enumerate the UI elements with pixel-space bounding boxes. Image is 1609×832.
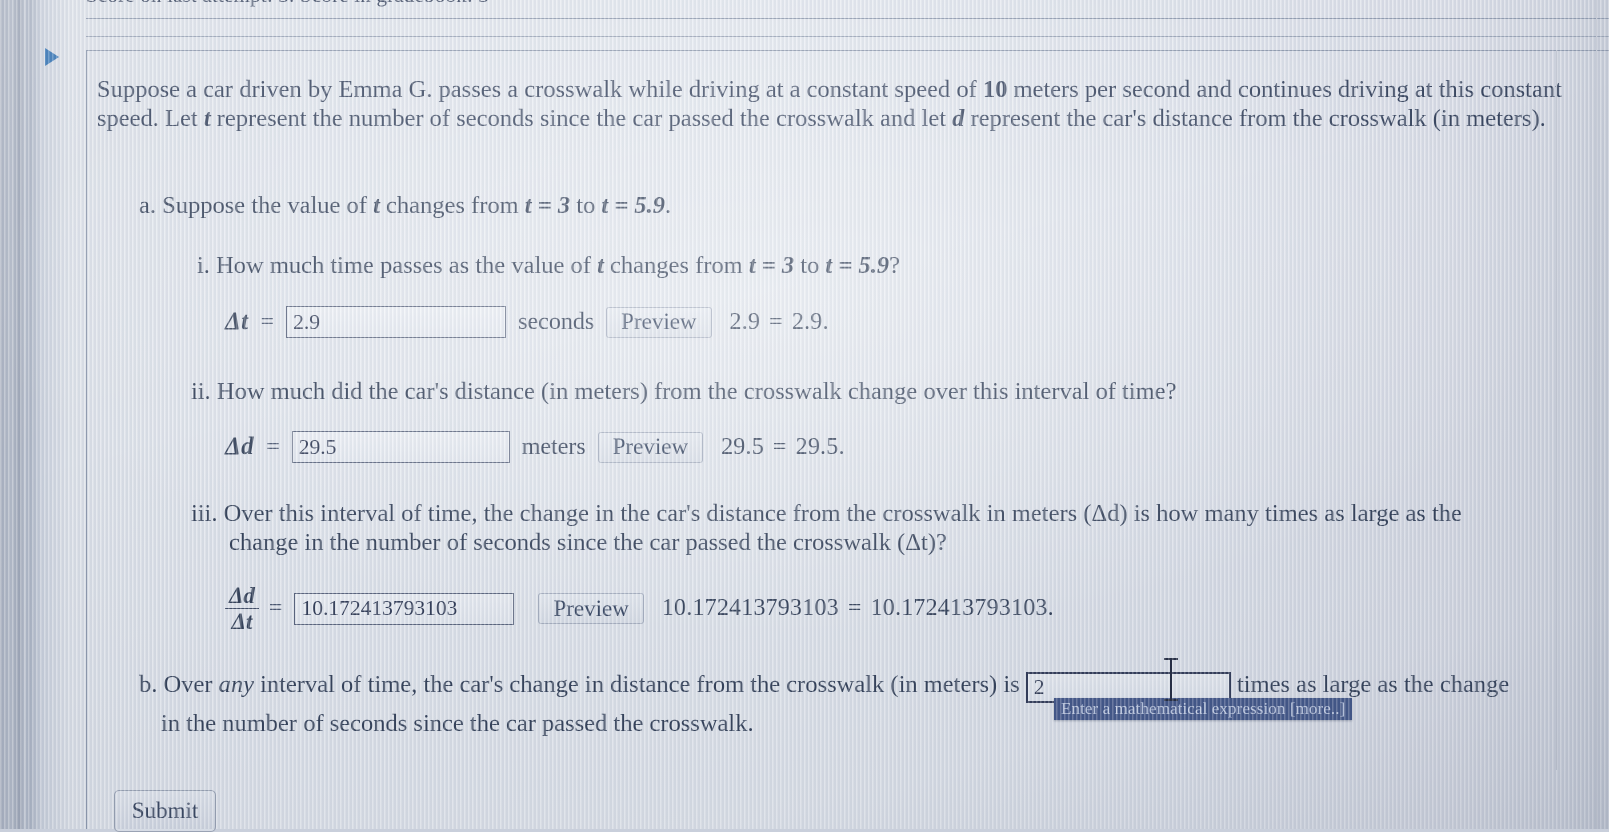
part-b-text-line2: in the number of seconds since the car p…	[139, 705, 1599, 743]
sub-iii-preview-output: 10.172413793103 = 10.172413793103.	[662, 595, 1054, 622]
part-a-label: a.	[139, 192, 156, 219]
delta-d-input[interactable]: 29.5	[292, 431, 510, 463]
sub-i-echo-left: 2.9	[730, 309, 761, 335]
sub-ii-text: How much did the car's distance (in mete…	[217, 378, 1177, 405]
sub-iii-echo-op: =	[848, 595, 862, 621]
part-a-equation-2: t = 5.9	[601, 192, 665, 219]
part-b-label: b.	[139, 671, 157, 698]
submit-button[interactable]: Submit	[114, 790, 216, 832]
fraction-denominator: Δt	[225, 608, 259, 634]
sub-i-echo-right: 2.9.	[792, 309, 829, 335]
sub-i-answer-row: Δt = 2.9 seconds Preview 2.9 = 2.9.	[225, 306, 829, 338]
score-status-text: Score on last attempt: 3. Score in grade…	[86, 0, 1609, 8]
rate-of-change-input[interactable]: 10.172413793103	[294, 593, 514, 625]
delta-d-label: Δd	[225, 433, 254, 461]
sub-i-label: i.	[197, 252, 210, 279]
sub-ii-echo-left: 29.5	[721, 434, 764, 460]
sub-question-ii-prompt: ii. How much did the car's distance (in …	[191, 377, 1176, 406]
sub-ii-equals-sign: =	[266, 434, 280, 461]
sub-question-i-prompt: i. How much time passes as the value of …	[197, 251, 900, 280]
stem-speed-value: 10	[983, 76, 1008, 103]
sub-ii-preview-output: 29.5 = 29.5.	[721, 434, 845, 461]
part-b-prompt: b. Over any interval of time, the car's …	[139, 666, 1599, 743]
part-a-text-mid: changes from	[380, 192, 525, 219]
sub-iii-answer-row: Δd Δt = 10.172413793103 Preview 10.17241…	[225, 583, 1054, 634]
sub-i-var-t: t	[597, 252, 604, 279]
sub-ii-echo-op: =	[773, 434, 787, 460]
part-a-text-end: .	[665, 192, 671, 219]
sub-question-iii-prompt: iii. Over this interval of time, the cha…	[191, 499, 1571, 557]
stem-text-4: represent the car's distance from the cr…	[964, 105, 1545, 132]
stem-variable-t: t	[204, 105, 211, 132]
problem-stem: Suppose a car driven by Emma G. passes a…	[97, 75, 1587, 133]
stem-text-1: Suppose a car driven by Emma G. passes a…	[97, 76, 983, 103]
part-a-var-t: t	[373, 192, 380, 219]
assignment-page: Score on last attempt: 3. Score in grade…	[0, 0, 1609, 829]
sub-iii-echo-right: 10.172413793103.	[871, 595, 1054, 621]
sub-ii-answer-row: Δd = 29.5 meters Preview 29.5 = 29.5.	[225, 431, 845, 463]
fraction-numerator: Δd	[225, 583, 259, 608]
sub-i-unit-label: seconds	[518, 309, 594, 336]
delta-t-input[interactable]: 2.9	[286, 306, 506, 338]
content-right-edge	[1556, 50, 1557, 770]
sub-iii-echo-left: 10.172413793103	[662, 595, 839, 621]
sub-i-text-end: ?	[889, 252, 900, 279]
sub-i-text-mid: changes from	[604, 252, 749, 279]
sub-i-equals-sign: =	[261, 309, 275, 336]
sub-i-text-to: to	[794, 252, 825, 279]
part-b-emphasis-any: any	[219, 671, 254, 698]
header-divider-top	[86, 18, 1609, 19]
part-b-text-pre: Over	[164, 671, 219, 698]
part-a-text-to: to	[570, 192, 601, 219]
screen-left-bezel	[0, 0, 26, 829]
part-a-prompt: a. Suppose the value of t changes from t…	[139, 191, 671, 220]
sub-ii-preview-button[interactable]: Preview	[598, 432, 703, 463]
sub-ii-label: ii.	[191, 378, 211, 405]
part-b-text-mid: interval of time, the car's change in di…	[254, 671, 1026, 698]
sub-iii-preview-button[interactable]: Preview	[538, 593, 643, 624]
delta-d-over-delta-t-fraction: Δd Δt	[225, 583, 259, 634]
sub-i-equation-2: t = 5.9	[825, 252, 889, 279]
sub-i-text-pre: How much time passes as the value of	[216, 252, 597, 279]
sub-iii-text-line2: change in the number of seconds since th…	[191, 528, 1571, 557]
expand-triangle-icon[interactable]	[45, 48, 59, 66]
stem-text-3: represent the number of seconds since th…	[211, 105, 953, 132]
part-b-text-post: times as large as the change	[1231, 671, 1509, 698]
math-expression-tooltip: Enter a mathematical expression [more..]	[1054, 698, 1352, 720]
header-divider-bottom	[86, 36, 1609, 37]
sub-ii-echo-right: 29.5.	[796, 434, 845, 460]
stem-variable-d: d	[952, 105, 964, 132]
sub-i-preview-button[interactable]: Preview	[606, 307, 711, 338]
sub-iii-text-line1: Over this interval of time, the change i…	[224, 500, 1462, 527]
page-right-edge	[1596, 0, 1597, 829]
sub-ii-unit-label: meters	[522, 434, 586, 461]
score-status-line: Score on last attempt: 3. Score in grade…	[86, 0, 1609, 18]
sub-i-preview-output: 2.9 = 2.9.	[730, 309, 829, 336]
delta-t-label: Δt	[225, 308, 249, 336]
sub-i-equation-1: t = 3	[749, 252, 794, 279]
part-a-text-pre: Suppose the value of	[162, 192, 373, 219]
sub-iii-label: iii.	[191, 500, 218, 527]
problem-container: Suppose a car driven by Emma G. passes a…	[86, 50, 1609, 829]
sub-iii-equals-sign: =	[269, 595, 283, 622]
part-a-equation-1: t = 3	[525, 192, 570, 219]
sub-i-echo-op: =	[769, 309, 783, 335]
